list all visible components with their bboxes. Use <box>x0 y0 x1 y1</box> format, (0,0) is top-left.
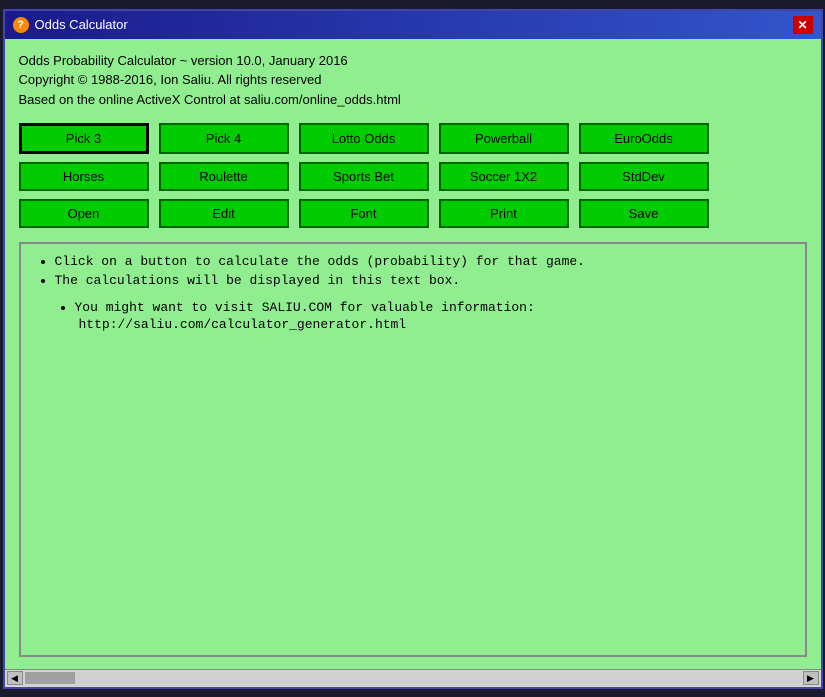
title-bar: ? Odds Calculator ✕ <box>5 11 821 39</box>
edit-button[interactable]: Edit <box>159 199 289 228</box>
open-button[interactable]: Open <box>19 199 149 228</box>
close-button[interactable]: ✕ <box>793 16 813 34</box>
scroll-thumb <box>25 672 75 684</box>
euroodds-button[interactable]: EuroOdds <box>579 123 709 154</box>
button-row-3: Open Edit Font Print Save <box>19 199 807 228</box>
scroll-left-button[interactable]: ◀ <box>7 671 23 685</box>
print-button[interactable]: Print <box>439 199 569 228</box>
output-item-3: You might want to visit SALIU.COM for va… <box>75 300 791 315</box>
main-window: ? Odds Calculator ✕ Odds Probability Cal… <box>3 9 823 689</box>
save-button[interactable]: Save <box>579 199 709 228</box>
app-icon: ? <box>13 17 29 33</box>
powerball-button[interactable]: Powerball <box>439 123 569 154</box>
lotto-odds-button[interactable]: Lotto Odds <box>299 123 429 154</box>
window-title: Odds Calculator <box>35 17 128 32</box>
output-url: http://saliu.com/calculator_generator.ht… <box>75 317 791 332</box>
content-area: Odds Probability Calculator ~ version 10… <box>5 39 821 669</box>
pick4-button[interactable]: Pick 4 <box>159 123 289 154</box>
roulette-button[interactable]: Roulette <box>159 162 289 191</box>
header-line3: Based on the online ActiveX Control at s… <box>19 90 807 110</box>
pick3-button[interactable]: Pick 3 <box>19 123 149 154</box>
stddev-button[interactable]: StdDev <box>579 162 709 191</box>
button-row-2: Horses Roulette Sports Bet Soccer 1X2 St… <box>19 162 807 191</box>
button-row-1: Pick 3 Pick 4 Lotto Odds Powerball EuroO… <box>19 123 807 154</box>
header-text: Odds Probability Calculator ~ version 10… <box>19 51 807 110</box>
horses-button[interactable]: Horses <box>19 162 149 191</box>
header-line2: Copyright © 1988-2016, Ion Saliu. All ri… <box>19 70 807 90</box>
output-item-1: Click on a button to calculate the odds … <box>55 254 791 269</box>
title-bar-left: ? Odds Calculator <box>13 17 128 33</box>
horizontal-scrollbar: ◀ ▶ <box>5 669 821 687</box>
output-item-2: The calculations will be displayed in th… <box>55 273 791 288</box>
scroll-right-button[interactable]: ▶ <box>803 671 819 685</box>
sports-bet-button[interactable]: Sports Bet <box>299 162 429 191</box>
output-extra: You might want to visit SALIU.COM for va… <box>55 300 791 332</box>
soccer-button[interactable]: Soccer 1X2 <box>439 162 569 191</box>
button-rows: Pick 3 Pick 4 Lotto Odds Powerball EuroO… <box>19 123 807 228</box>
output-textbox[interactable]: Click on a button to calculate the odds … <box>19 242 807 657</box>
scroll-track[interactable] <box>25 672 801 684</box>
font-button[interactable]: Font <box>299 199 429 228</box>
output-list: Click on a button to calculate the odds … <box>35 254 791 288</box>
header-line1: Odds Probability Calculator ~ version 10… <box>19 51 807 71</box>
